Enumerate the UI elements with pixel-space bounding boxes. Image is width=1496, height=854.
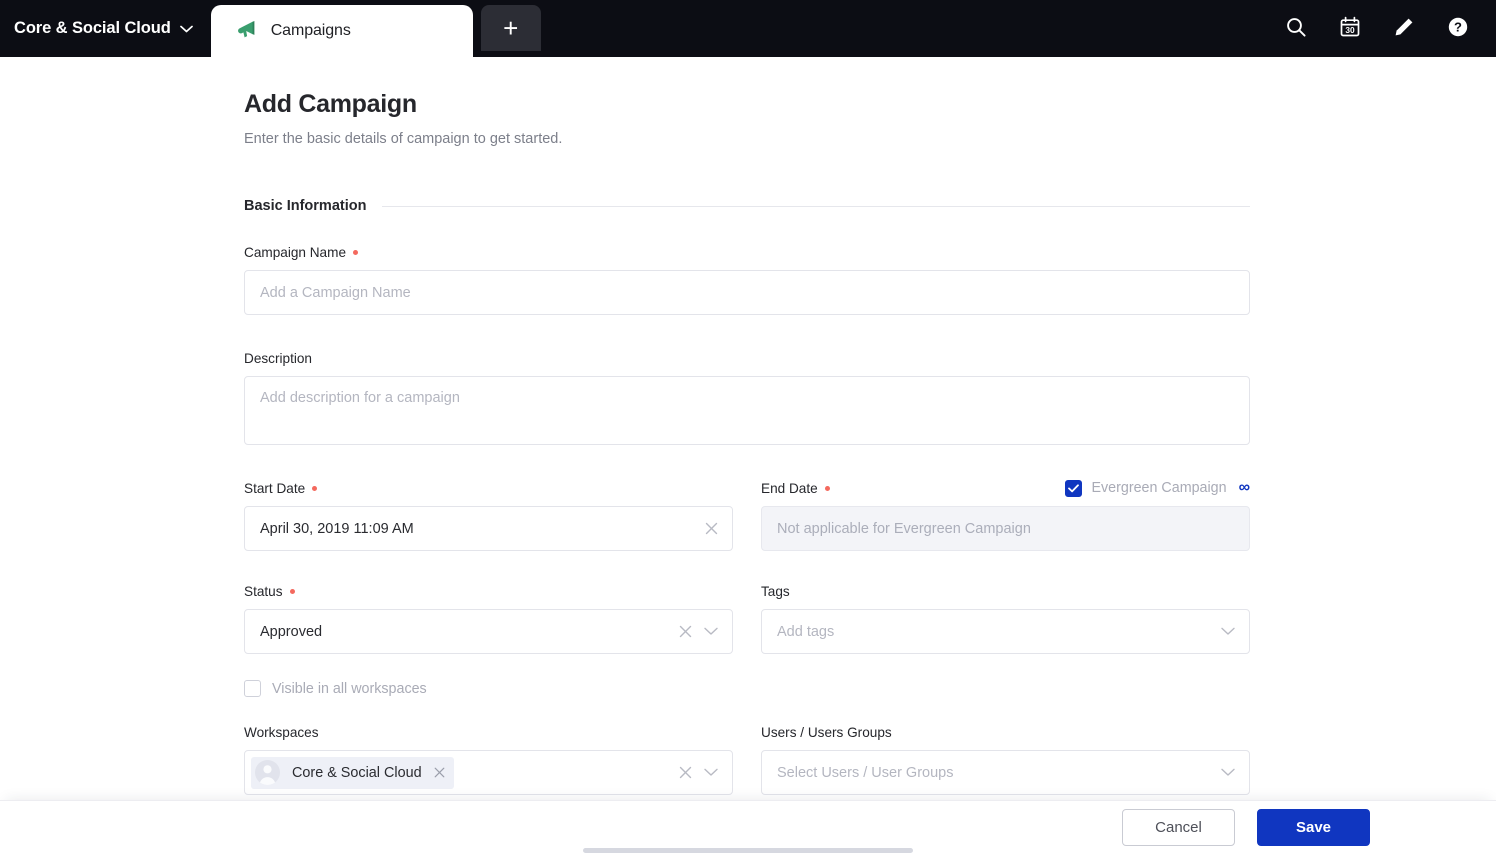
calendar-icon[interactable]: 30 xyxy=(1338,15,1362,39)
field-tags: Tags Add tags xyxy=(761,582,1250,654)
field-users-groups: Users / Users Groups Select Users / User… xyxy=(761,723,1250,795)
campaign-form: Campaign Name Add a Campaign Name Descri… xyxy=(244,243,1250,795)
close-icon[interactable] xyxy=(676,764,694,782)
tab-campaigns[interactable]: Campaigns xyxy=(210,5,473,57)
close-icon[interactable] xyxy=(702,520,720,538)
help-icon[interactable]: ? xyxy=(1446,15,1470,39)
close-icon[interactable] xyxy=(676,623,694,641)
campaign-name-placeholder: Add a Campaign Name xyxy=(260,284,411,301)
cancel-button[interactable]: Cancel xyxy=(1122,809,1235,846)
chevron-down-icon[interactable] xyxy=(1219,623,1237,641)
label-text: Start Date xyxy=(244,480,306,496)
chevron-down-icon[interactable] xyxy=(702,623,720,641)
evergreen-label: Evergreen Campaign xyxy=(1091,480,1227,496)
add-tab-button[interactable]: + xyxy=(480,5,541,51)
label-text: Users / Users Groups xyxy=(761,724,892,740)
workspace-chip[interactable]: Core & Social Cloud xyxy=(251,756,454,789)
workspace-switcher-label: Core & Social Cloud xyxy=(14,19,171,37)
top-bar: Core & Social Cloud Campaigns + 30 ? xyxy=(0,0,1496,57)
status-value: Approved xyxy=(260,623,323,640)
evergreen-campaign-toggle[interactable]: Evergreen Campaign ∞ xyxy=(1065,479,1250,497)
end-date-label: End Date xyxy=(761,479,830,497)
label-text: Description xyxy=(244,350,312,366)
end-date-input: Not applicable for Evergreen Campaign xyxy=(761,506,1250,551)
required-indicator-icon xyxy=(312,485,318,491)
description-textarea[interactable]: Add description for a campaign xyxy=(244,376,1250,445)
start-date-input[interactable]: April 30, 2019 11:09 AM xyxy=(244,506,733,551)
save-button[interactable]: Save xyxy=(1257,809,1370,846)
close-icon[interactable] xyxy=(434,766,445,780)
start-date-label: Start Date xyxy=(244,479,733,497)
status-select[interactable]: Approved xyxy=(244,609,733,654)
evergreen-checkbox[interactable] xyxy=(1065,479,1083,497)
field-workspaces: Workspaces Core & Social Cloud xyxy=(244,723,733,795)
megaphone-icon xyxy=(235,19,257,44)
section-divider xyxy=(382,205,1250,207)
field-campaign-name: Campaign Name Add a Campaign Name xyxy=(244,243,1250,315)
campaign-name-input[interactable]: Add a Campaign Name xyxy=(244,270,1250,315)
required-indicator-icon xyxy=(824,485,830,491)
visible-all-workspaces-label: Visible in all workspaces xyxy=(272,680,427,697)
tags-select[interactable]: Add tags xyxy=(761,609,1250,654)
section-title: Basic Information xyxy=(244,198,367,214)
chevron-down-icon[interactable] xyxy=(1219,764,1237,782)
field-end-date: End Date Evergreen Campaign ∞ Not applic… xyxy=(761,479,1250,551)
page-subtitle: Enter the basic details of campaign to g… xyxy=(244,131,563,147)
workspaces-label: Workspaces xyxy=(244,723,733,741)
required-indicator-icon xyxy=(289,588,295,594)
field-description: Description Add description for a campai… xyxy=(244,349,1250,445)
users-groups-label: Users / Users Groups xyxy=(761,723,1250,741)
status-label: Status xyxy=(244,582,733,600)
workspaces-select[interactable]: Core & Social Cloud xyxy=(244,750,733,795)
tags-placeholder: Add tags xyxy=(777,623,835,640)
chevron-down-icon[interactable] xyxy=(702,764,720,782)
workspace-switcher[interactable]: Core & Social Cloud xyxy=(0,0,211,57)
required-indicator-icon xyxy=(353,249,358,255)
svg-text:?: ? xyxy=(1454,20,1462,35)
description-label: Description xyxy=(244,349,1250,367)
row-dates: Start Date April 30, 2019 11:09 AM End D… xyxy=(244,479,1250,551)
label-text: Workspaces xyxy=(244,724,319,740)
users-groups-placeholder: Select Users / User Groups xyxy=(777,764,954,781)
field-status: Status Approved xyxy=(244,582,733,654)
row-workspaces-users: Workspaces Core & Social Cloud Users / U… xyxy=(244,723,1250,795)
row-status-tags: Status Approved Tags Add tags xyxy=(244,582,1250,654)
field-start-date: Start Date April 30, 2019 11:09 AM xyxy=(244,479,733,551)
page-title: Add Campaign xyxy=(244,90,417,118)
compose-icon[interactable] xyxy=(1392,15,1416,39)
horizontal-scrollbar[interactable] xyxy=(583,848,913,853)
start-date-value: April 30, 2019 11:09 AM xyxy=(260,520,414,537)
plus-icon: + xyxy=(503,13,519,43)
tab-strip: Campaigns + xyxy=(210,0,541,57)
label-text: Campaign Name xyxy=(244,244,346,260)
users-groups-select[interactable]: Select Users / User Groups xyxy=(761,750,1250,795)
end-date-placeholder: Not applicable for Evergreen Campaign xyxy=(777,520,1031,537)
tags-label: Tags xyxy=(761,582,1250,600)
topbar-icon-group: 30 ? xyxy=(1284,15,1496,57)
end-date-header: End Date Evergreen Campaign ∞ xyxy=(761,479,1250,497)
label-text: End Date xyxy=(761,480,818,496)
label-text: Status xyxy=(244,583,283,599)
search-icon[interactable] xyxy=(1284,15,1308,39)
user-avatar-icon xyxy=(255,760,280,785)
infinity-icon: ∞ xyxy=(1238,479,1250,496)
workspace-chip-label: Core & Social Cloud xyxy=(292,764,422,781)
form-footer: Cancel Save xyxy=(0,800,1496,854)
svg-text:30: 30 xyxy=(1345,25,1355,35)
chevron-down-icon xyxy=(179,19,193,38)
campaign-name-label: Campaign Name xyxy=(244,243,1250,261)
page-scroll-area[interactable]: Add Campaign Enter the basic details of … xyxy=(0,57,1496,800)
visible-all-workspaces-row[interactable]: Visible in all workspaces xyxy=(244,680,1250,697)
section-basic-information: Basic Information xyxy=(244,198,1250,214)
form-content: Add Campaign Enter the basic details of … xyxy=(0,57,1496,795)
label-text: Tags xyxy=(761,583,790,599)
tab-label: Campaigns xyxy=(270,22,351,39)
application-window: Core & Social Cloud Campaigns + 30 ? Add… xyxy=(0,0,1496,854)
visible-all-workspaces-checkbox[interactable] xyxy=(244,680,261,697)
